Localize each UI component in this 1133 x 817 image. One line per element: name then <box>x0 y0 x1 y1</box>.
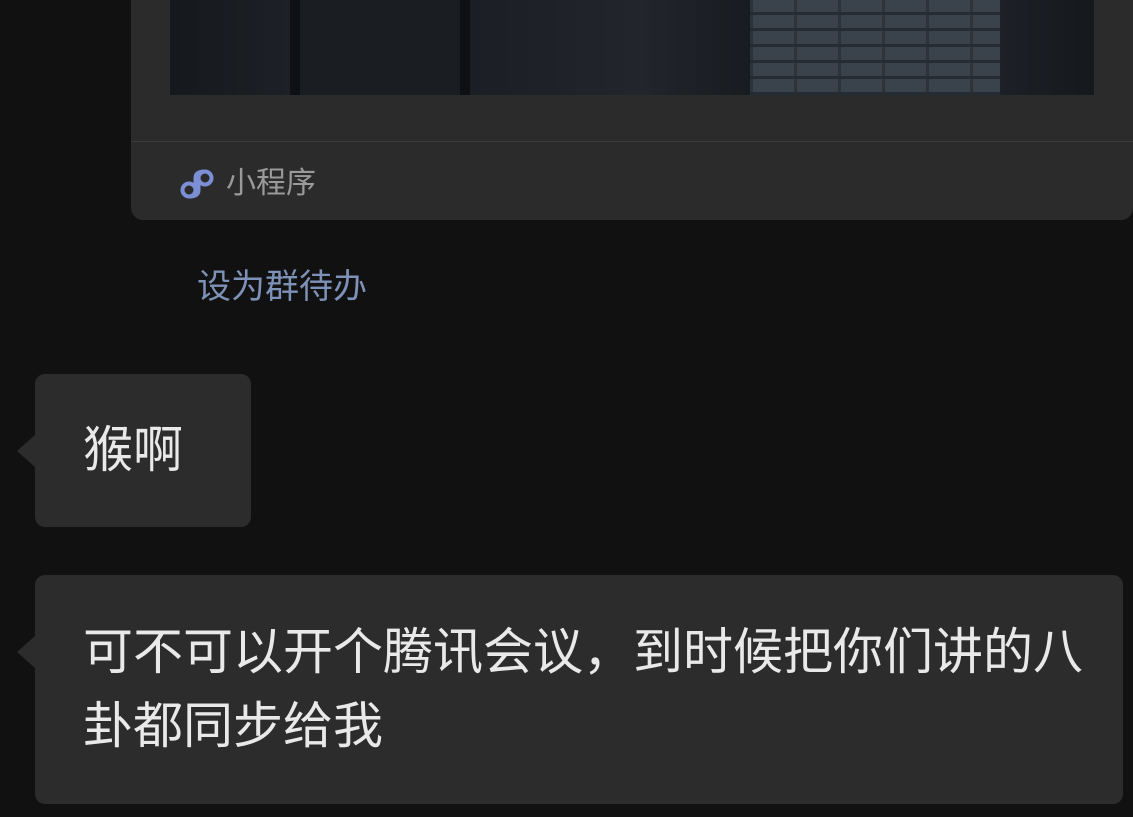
mini-program-footer: 小程序 <box>178 162 316 206</box>
message-text: 可不可以开个腾讯会议，到时候把你们讲的八卦都同步给我 <box>83 623 1083 755</box>
mini-program-label: 小程序 <box>226 166 316 201</box>
mini-program-card[interactable]: 小程序 <box>131 0 1133 220</box>
card-divider <box>131 141 1133 142</box>
message-bubble[interactable]: 可不可以开个腾讯会议，到时候把你们讲的八卦都同步给我 <box>17 575 1123 804</box>
mini-program-thumbnail <box>170 0 1094 95</box>
message-text: 猴啊 <box>83 421 183 479</box>
message-bubble[interactable]: 猴啊 <box>17 374 251 527</box>
mini-program-icon <box>178 165 216 203</box>
chat-window: 小程序 设为群待办 猴啊 可不可以开个腾讯会议，到时候把你们讲的八卦都同步给我 <box>0 0 1133 817</box>
set-group-todo-link[interactable]: 设为群待办 <box>197 262 367 312</box>
